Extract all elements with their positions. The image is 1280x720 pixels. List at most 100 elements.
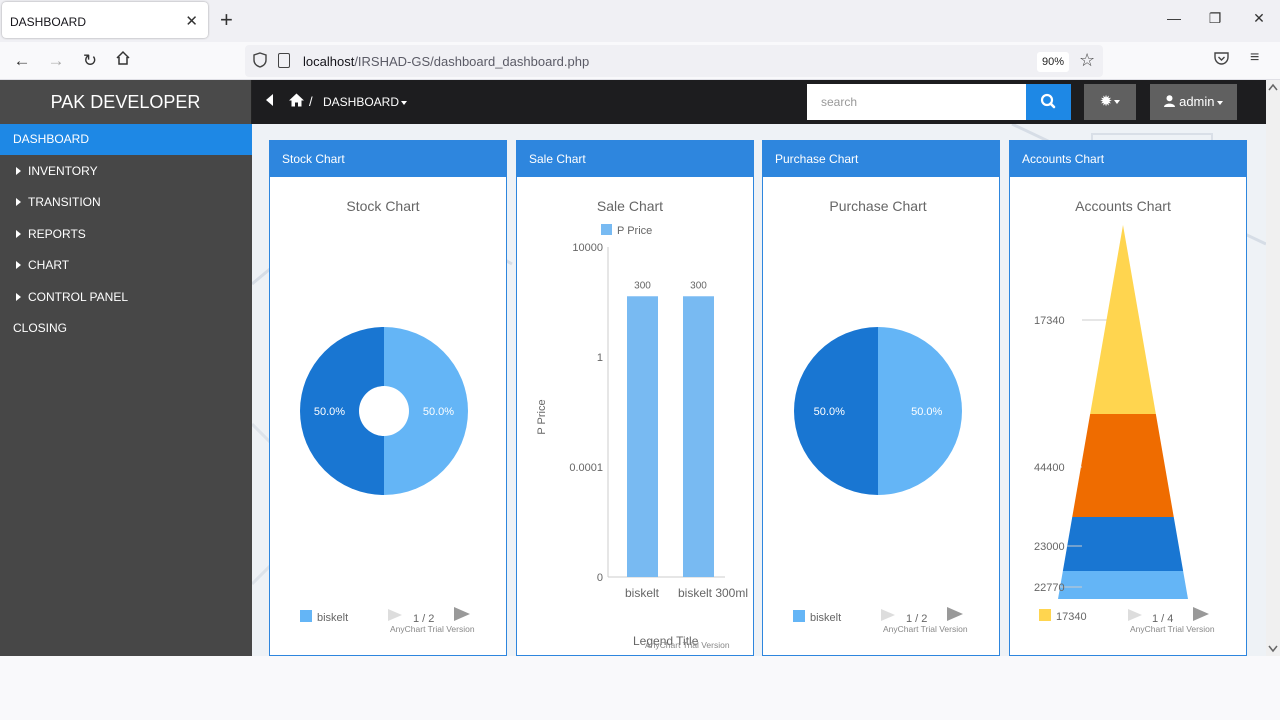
url-path: /IRSHAD-GS/dashboard_dashboard.php bbox=[354, 54, 590, 69]
new-tab-icon[interactable]: + bbox=[220, 8, 233, 32]
legend-swatch bbox=[793, 610, 805, 622]
pager-prev-icon[interactable] bbox=[1128, 609, 1142, 621]
sale-chart-card: Sale Chart Sale Chart P Price P Price 10… bbox=[516, 140, 754, 656]
browser-tab[interactable]: DASHBOARD ✕ bbox=[2, 2, 208, 38]
sidebar: DASHBOARD INVENTORY TRANSITION REPORTS C… bbox=[0, 124, 252, 656]
sidebar-item-label: TRANSITION bbox=[28, 195, 101, 209]
sidebar-item-reports[interactable]: REPORTS bbox=[0, 219, 252, 250]
legend-swatch bbox=[300, 610, 312, 622]
card-header: Stock Chart bbox=[270, 141, 506, 177]
chevron-down-icon bbox=[401, 100, 408, 105]
stock-chart-card: Stock Chart Stock Chart 50.0% 50.0% biske… bbox=[269, 140, 507, 656]
caret-right-icon bbox=[16, 198, 21, 206]
accounts-pyramid: 17340 44400 23000 22770 bbox=[1034, 225, 1188, 599]
minimize-window-icon[interactable]: — bbox=[1164, 10, 1184, 26]
pager-next-icon[interactable] bbox=[1193, 607, 1209, 621]
search-button[interactable] bbox=[1026, 84, 1071, 120]
sidebar-item-chart[interactable]: CHART bbox=[0, 250, 252, 281]
purchase-chart-card: Purchase Chart Purchase Chart 50.0% 50.0%… bbox=[762, 140, 1000, 656]
sidebar-item-inventory[interactable]: INVENTORY bbox=[0, 156, 252, 187]
user-icon bbox=[1164, 95, 1176, 107]
caret-right-icon bbox=[16, 167, 21, 175]
legend-swatch bbox=[1039, 609, 1051, 621]
home-icon[interactable] bbox=[111, 50, 135, 72]
y-tick-label: 0 bbox=[597, 572, 603, 584]
address-bar[interactable]: localhost/IRSHAD-GS/dashboard_dashboard.… bbox=[245, 45, 1103, 77]
bookmark-star-icon[interactable]: ☆ bbox=[1079, 50, 1095, 71]
pager-prev-icon[interactable] bbox=[388, 609, 402, 621]
donut-hole bbox=[359, 386, 409, 436]
restore-window-icon[interactable]: ❐ bbox=[1205, 10, 1225, 27]
caret-right-icon bbox=[16, 230, 21, 238]
chart-title: Accounts Chart bbox=[1075, 198, 1171, 214]
stock-pie: 50.0% 50.0% bbox=[300, 327, 468, 495]
user-menu-button[interactable]: admin bbox=[1150, 84, 1237, 120]
page-info-icon[interactable] bbox=[278, 53, 290, 68]
sidebar-item-label: DASHBOARD bbox=[13, 132, 90, 146]
pager-next-icon[interactable] bbox=[454, 607, 470, 621]
purchase-pie: 50.0% 50.0% bbox=[794, 327, 962, 495]
pie-slice-label: 50.0% bbox=[814, 406, 845, 418]
user-name: admin bbox=[1179, 94, 1215, 109]
legend-label: 17340 bbox=[1056, 611, 1087, 623]
accounts-chart: Accounts Chart 17340 44400 23000 22770 1734… bbox=[1034, 198, 1215, 634]
caret-right-icon bbox=[16, 261, 21, 269]
legend-label: biskelt bbox=[810, 612, 841, 624]
chevron-down-icon bbox=[1114, 100, 1121, 105]
pager-next-icon[interactable] bbox=[947, 607, 963, 621]
sidebar-item-label: CLOSING bbox=[13, 321, 68, 335]
purchase-chart: Purchase Chart 50.0%50.0% biskelt 1 / 2 … bbox=[793, 198, 968, 634]
home-icon[interactable] bbox=[289, 93, 304, 112]
brand-title[interactable]: PAK DEVELOPER bbox=[0, 80, 252, 124]
page-scrollbar[interactable] bbox=[1266, 80, 1280, 656]
sidebar-item-dashboard[interactable]: DASHBOARD bbox=[0, 124, 252, 155]
reload-icon[interactable]: ↻ bbox=[78, 50, 102, 72]
hamburger-menu-icon[interactable]: ≡ bbox=[1250, 49, 1259, 67]
legend-swatch bbox=[601, 224, 612, 235]
close-window-icon[interactable]: ✕ bbox=[1249, 10, 1269, 27]
caret-right-icon bbox=[16, 293, 21, 301]
pie-slice-label: 50.0% bbox=[423, 406, 454, 418]
accounts-chart-card: Accounts Chart Accounts Chart 17340 44400… bbox=[1009, 140, 1247, 656]
watermark: AnyChart Trial Version bbox=[390, 624, 475, 634]
pocket-icon[interactable] bbox=[1214, 51, 1229, 68]
pyramid-level bbox=[1062, 517, 1184, 571]
url-text[interactable]: localhost/IRSHAD-GS/dashboard_dashboard.… bbox=[303, 54, 589, 69]
y-tick-label: 10000 bbox=[572, 242, 603, 254]
pyramid-label: 44400 bbox=[1034, 462, 1065, 474]
browser-tab-bar: DASHBOARD ✕ + — ❐ ✕ bbox=[0, 0, 1280, 42]
sidebar-toggle-icon[interactable] bbox=[266, 94, 273, 106]
bar-value-label: 300 bbox=[690, 280, 707, 291]
settings-button[interactable]: ✹ bbox=[1084, 84, 1136, 120]
pager-prev-icon[interactable] bbox=[881, 609, 895, 621]
search-input[interactable] bbox=[807, 84, 1026, 120]
pyramid-label: 23000 bbox=[1034, 541, 1065, 553]
breadcrumb-dashboard[interactable]: DASHBOARD bbox=[323, 95, 408, 109]
bar bbox=[627, 296, 658, 577]
breadcrumb-label: DASHBOARD bbox=[323, 95, 400, 109]
x-tick-label: biskelt 300ml bbox=[678, 586, 748, 600]
close-tab-icon[interactable]: ✕ bbox=[185, 12, 198, 30]
chevron-down-icon bbox=[1216, 100, 1223, 105]
forward-icon[interactable]: → bbox=[44, 50, 68, 72]
search-icon bbox=[1040, 93, 1056, 109]
sidebar-item-label: REPORTS bbox=[28, 227, 86, 241]
chart-title: Sale Chart bbox=[597, 198, 663, 214]
sidebar-item-control-panel[interactable]: CONTROL PANEL bbox=[0, 282, 252, 313]
browser-nav-bar: ← → ↻ localhost/IRSHAD-GS/dashboard_dash… bbox=[0, 42, 1280, 80]
card-header: Sale Chart bbox=[517, 141, 753, 177]
sidebar-item-closing[interactable]: CLOSING bbox=[0, 313, 252, 344]
shield-icon[interactable] bbox=[253, 52, 267, 68]
chart-title: Purchase Chart bbox=[829, 198, 926, 214]
card-header: Accounts Chart bbox=[1010, 141, 1246, 177]
page-bottom-area bbox=[0, 656, 1280, 720]
stock-chart: Stock Chart 50.0%50.0% biskelt 1 / 2 Any… bbox=[300, 198, 475, 634]
watermark: AnyChart Trial Version bbox=[1130, 624, 1215, 634]
back-icon[interactable]: ← bbox=[10, 50, 34, 72]
dashboard-content: Stock Chart Stock Chart 50.0% 50.0% biske… bbox=[252, 124, 1266, 656]
app-header: PAK DEVELOPER / DASHBOARD ✹ admin bbox=[0, 80, 1266, 124]
zoom-badge[interactable]: 90% bbox=[1037, 52, 1069, 72]
pyramid-level bbox=[1072, 414, 1174, 517]
sidebar-item-transition[interactable]: TRANSITION bbox=[0, 187, 252, 218]
card-header: Purchase Chart bbox=[763, 141, 999, 177]
